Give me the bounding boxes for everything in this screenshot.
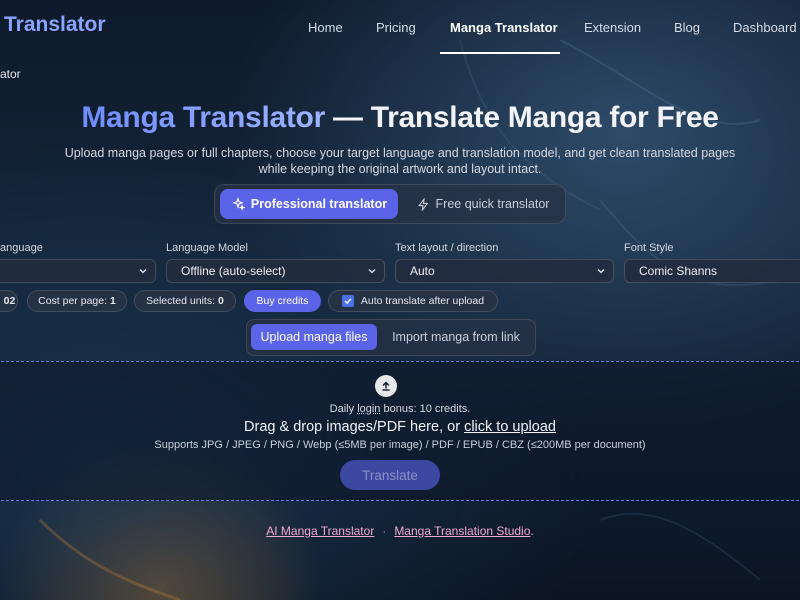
auto-translate-label: Auto translate after upload [361,295,484,307]
page-title-rest: — Translate Manga for Free [325,101,719,134]
drag-drop-text: Drag & drop images/PDF here, or click to… [0,419,800,435]
credits-chip: 02 [0,290,18,312]
free-quick-translator-tab[interactable]: Free quick translator [408,189,558,219]
page-subtitle: Upload manga pages or full chapters, cho… [60,145,740,177]
daily-bonus-suffix: bonus: 10 credits. [380,403,470,415]
click-to-upload-link[interactable]: click to upload [464,419,556,435]
translator-mode-switch: Professional translator Free quick trans… [214,184,566,224]
nav-blog[interactable]: Blog [674,20,700,35]
professional-translator-tab[interactable]: Professional translator [220,189,398,219]
brand-logo[interactable]: Translator [4,13,106,37]
drag-drop-prefix: Drag & drop images/PDF here, or [244,419,464,435]
upload-manga-files-tab[interactable]: Upload manga files [251,324,377,350]
chevron-down-icon [137,265,149,277]
cost-per-page-value: 1 [110,295,116,307]
chevron-down-icon [366,265,378,277]
manga-translation-studio-link[interactable]: Manga Translation Studio [394,524,530,538]
text-layout-value: Auto [410,264,435,278]
nav-pricing[interactable]: Pricing [376,20,416,35]
daily-bonus-text: Daily login bonus: 10 credits. [0,403,800,415]
language-model-label: Language Model [166,242,248,254]
language-model-select[interactable]: Offline (auto-select) [166,259,385,283]
import-from-link-tab[interactable]: Import manga from link [383,324,529,350]
nav-dashboard[interactable]: Dashboard [733,20,797,35]
upload-source-switch: Upload manga files Import manga from lin… [246,319,536,356]
daily-bonus-prefix: Daily [330,403,358,415]
bolt-icon [417,198,430,211]
related-links: AI Manga Translator · Manga Translation St… [0,524,800,538]
breadcrumb[interactable]: ator [0,67,21,81]
font-style-value: Comic Shanns [639,264,717,278]
nav-extension[interactable]: Extension [584,20,641,35]
link-separator: · [382,524,386,538]
translate-button[interactable]: Translate [340,460,440,490]
sparkles-icon [231,197,245,211]
buy-credits-button[interactable]: Buy credits [244,290,321,312]
cost-per-page-chip: Cost per page: 1 [27,290,127,312]
font-style-select[interactable]: Comic Shanns [624,259,800,283]
nav-active-indicator [440,52,560,54]
auto-translate-toggle[interactable]: Auto translate after upload [328,290,498,312]
page-title-highlight: Manga Translator [81,101,325,134]
text-layout-label: Text layout / direction [395,242,498,254]
chevron-down-icon [595,265,607,277]
upload-dropzone[interactable]: Daily login bonus: 10 credits. Drag & dr… [0,361,800,501]
selected-units-label: Selected units: [146,295,215,307]
credits-value: 02 [4,295,16,307]
auto-translate-checkbox[interactable] [342,295,354,307]
top-nav: Translator Home Pricing Manga Translator… [0,0,800,55]
language-model-value: Offline (auto-select) [181,264,286,278]
selected-units-value: 0 [218,295,224,307]
nav-manga-translator[interactable]: Manga Translator [450,20,558,35]
language-select[interactable] [0,259,156,283]
supported-formats-text: Supports JPG / JPEG / PNG / Webp (≤5MB p… [0,439,800,451]
related-links-end: . [530,524,533,538]
professional-translator-label: Professional translator [251,197,387,211]
language-label: anguage [0,242,43,254]
upload-icon [375,375,397,397]
nav-home[interactable]: Home [308,20,343,35]
text-layout-select[interactable]: Auto [395,259,614,283]
font-style-label: Font Style [624,242,674,254]
free-quick-translator-label: Free quick translator [436,197,550,211]
checkmark-icon [343,296,353,306]
selected-units-chip: Selected units: 0 [134,290,236,312]
ai-manga-translator-link[interactable]: AI Manga Translator [266,524,374,538]
page-title: Manga Translator — Translate Manga for F… [0,101,800,135]
login-link[interactable]: login [357,403,380,415]
cost-per-page-label: Cost per page: [38,295,107,307]
